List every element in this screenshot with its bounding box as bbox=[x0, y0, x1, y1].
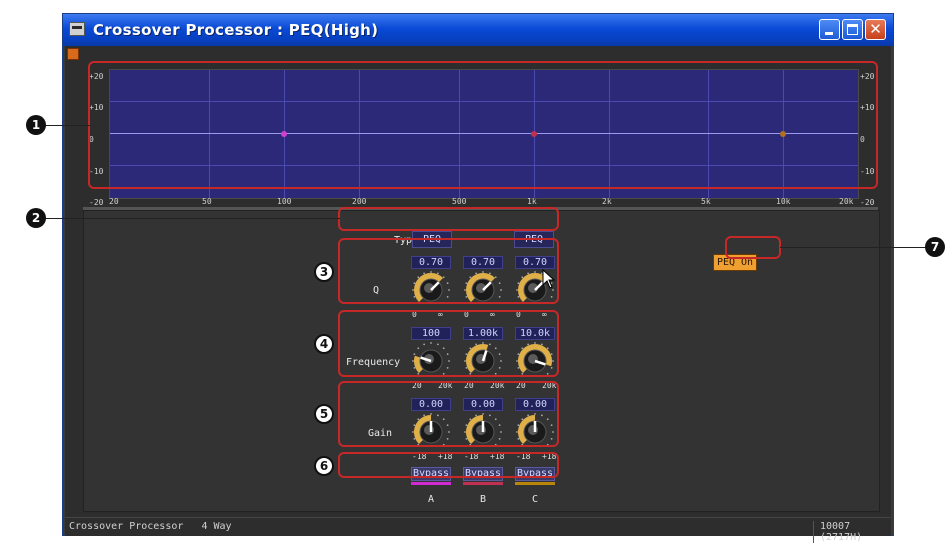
x-tick-label: 500 bbox=[452, 197, 467, 206]
x-tick-label: 200 bbox=[352, 197, 367, 206]
maximize-icon bbox=[847, 24, 858, 35]
callout-badge-7: 7 bbox=[925, 237, 945, 257]
minimize-icon bbox=[825, 32, 833, 35]
callout-badge-3: 3 bbox=[314, 262, 334, 282]
menu-icon[interactable] bbox=[67, 48, 79, 60]
band-c-color bbox=[515, 482, 555, 485]
minimize-button[interactable] bbox=[819, 19, 840, 40]
x-tick-label: 5k bbox=[701, 197, 711, 206]
callout-box-7 bbox=[725, 236, 781, 259]
callout-badge-6: 6 bbox=[314, 456, 334, 476]
y-tick-label: -20 bbox=[860, 198, 875, 207]
callout-badge-2: 2 bbox=[26, 208, 46, 228]
status-bar: Crossover Processor 4 Way 10007 (2717H) bbox=[65, 517, 891, 543]
x-tick-label: 10k bbox=[776, 197, 791, 206]
band-b-label: B bbox=[480, 494, 487, 505]
x-tick-label: 100 bbox=[277, 197, 292, 206]
callout-box-5 bbox=[338, 381, 559, 447]
callout-box-4 bbox=[338, 310, 559, 377]
status-device: Crossover Processor 4 Way bbox=[69, 521, 232, 532]
callout-badge-5: 5 bbox=[314, 404, 334, 424]
window-title: Crossover Processor : PEQ(High) bbox=[93, 21, 379, 39]
x-tick-label: 2k bbox=[602, 197, 612, 206]
maximize-button[interactable] bbox=[842, 19, 863, 40]
callout-box-1 bbox=[88, 61, 878, 189]
status-id: 10007 (2717H) bbox=[813, 521, 891, 543]
x-tick-label: 20k bbox=[839, 197, 854, 206]
app-icon[interactable] bbox=[69, 22, 85, 36]
band-b-color bbox=[463, 482, 503, 485]
x-tick-label: 20 bbox=[109, 197, 119, 206]
callout-box-3 bbox=[338, 238, 559, 304]
callout-line-7 bbox=[780, 247, 930, 248]
callout-badge-4: 4 bbox=[314, 334, 334, 354]
x-tick-label: 50 bbox=[202, 197, 212, 206]
title-bar[interactable]: Crossover Processor : PEQ(High) ✕ bbox=[63, 14, 893, 46]
x-tick-label: 1k bbox=[527, 197, 537, 206]
band-a-label: A bbox=[428, 494, 435, 505]
callout-box-2 bbox=[338, 207, 559, 231]
band-a-color bbox=[411, 482, 451, 485]
close-icon: ✕ bbox=[869, 20, 882, 38]
close-button[interactable]: ✕ bbox=[865, 19, 886, 40]
mouse-cursor-icon bbox=[542, 269, 556, 289]
y-tick-label: -20 bbox=[89, 198, 104, 207]
band-c-label: C bbox=[532, 494, 539, 505]
callout-box-6 bbox=[338, 452, 559, 478]
callout-line-2 bbox=[38, 218, 340, 219]
callout-badge-1: 1 bbox=[26, 115, 46, 135]
